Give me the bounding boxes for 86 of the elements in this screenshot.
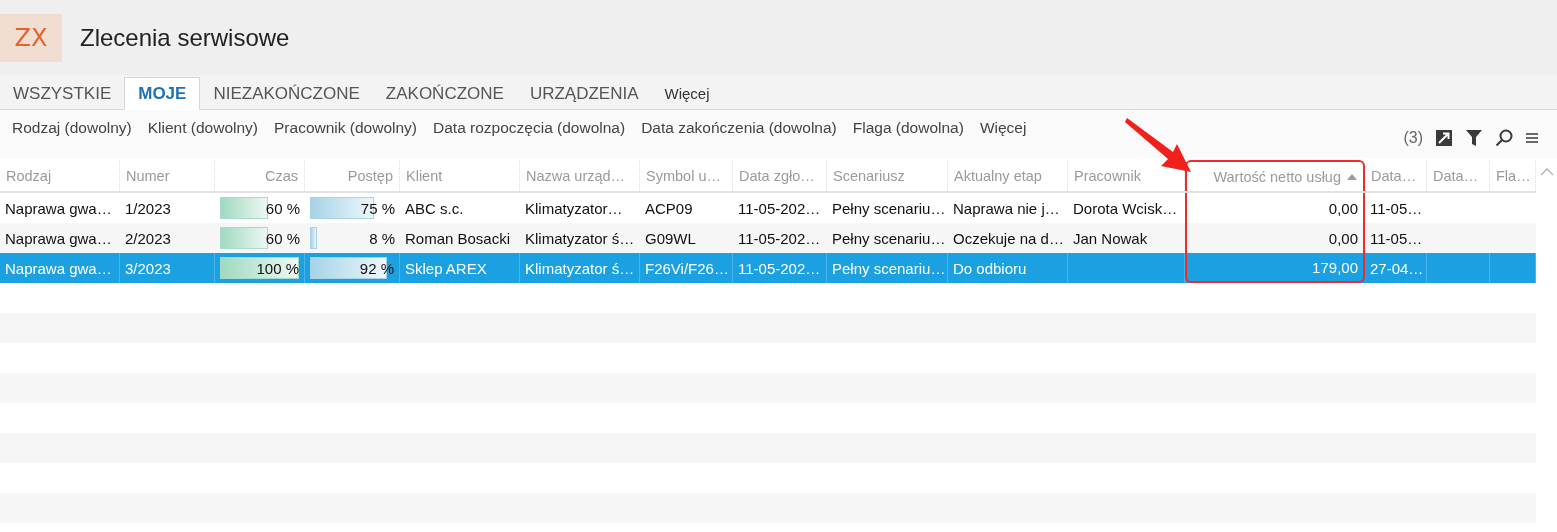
table-cell-text: 2/2023 — [125, 229, 172, 247]
table-cell: 11-05-202… — [738, 229, 822, 247]
column-label: Scenariusz — [833, 167, 905, 184]
progress-bar: 60 % — [220, 197, 300, 219]
column-label: Nazwa urząd… — [526, 167, 626, 184]
table-cell-text: Naprawa gwa… — [5, 259, 113, 277]
column-label: Data… — [1371, 167, 1417, 184]
table-cell: Klimatyzator ś… — [525, 229, 635, 247]
tab[interactable]: NIEZAKOŃCZONE — [200, 77, 373, 110]
column-header[interactable]: Scenariusz — [827, 160, 948, 191]
column-header[interactable]: Data… — [1427, 160, 1490, 191]
filter-dropdown[interactable]: Flaga (dowolna) — [844, 119, 972, 137]
column-header[interactable]: Numer — [120, 160, 215, 191]
column-label: Numer — [126, 167, 170, 184]
tab[interactable]: URZĄDZENIA — [516, 77, 652, 110]
table-cell-text: Jan Nowak — [1073, 229, 1149, 247]
table-cell-text: Klimatyzator… — [525, 199, 624, 217]
filter-dropdown[interactable]: Rodzaj (dowolny) — [4, 119, 140, 137]
column-header[interactable]: Fla… — [1490, 160, 1536, 191]
filter-dropdown[interactable]: Pracownik (dowolny) — [266, 119, 426, 137]
app-logo: ZX — [0, 13, 62, 62]
table-cell-text: Naprawa nie j… — [953, 199, 1061, 217]
filter-dropdown[interactable]: Data zakończenia (dowolna) — [633, 119, 845, 137]
column-header[interactable]: Aktualny etap — [948, 160, 1068, 191]
progress-bar: 100 % — [220, 257, 299, 279]
table-cell-text: 1/2023 — [125, 199, 172, 217]
menu-icon[interactable] — [1525, 132, 1539, 144]
table-cell: F26Vi/F26… — [645, 259, 729, 277]
table-cell-text: 0,00 — [1327, 199, 1358, 217]
table-cell-text: Sklep AREX — [405, 259, 488, 277]
table-cell: 11-05-202… — [738, 199, 822, 217]
column-header[interactable]: Symbol u… — [640, 160, 733, 191]
table-row[interactable]: Naprawa gwa… 2/2023 60 % 8 % Roman Bosacki Klimatyzator ś… G09WL 11-05-202… Pełny scenariu… Oczekuje na d… Jan Nowak 0,00 11-05… — [0, 223, 1536, 253]
table-cell: 27-04… — [1370, 259, 1424, 277]
column-header[interactable]: Postęp — [305, 160, 400, 191]
column-label: Pracownik — [1074, 167, 1141, 184]
table-cell-text: Naprawa gwa… — [5, 229, 113, 247]
table-cell: 11-05-202… — [738, 259, 821, 277]
column-label: Czas — [264, 167, 298, 184]
progress-bar: 8 % — [310, 227, 395, 249]
column-header[interactable]: Nazwa urząd… — [520, 160, 640, 191]
table-cell-text: G09WL — [645, 229, 697, 247]
table-cell: Klimatyzator ś… — [525, 259, 635, 277]
table-cell: Pełny scenariu… — [832, 199, 946, 217]
record-count: (3) — [1403, 129, 1423, 147]
table-cell: 11-05… — [1370, 229, 1423, 247]
table-cell-text: Naprawa gwa… — [5, 199, 113, 217]
table-cell: Pełny scenariu… — [832, 229, 946, 247]
table-cell: 11-05… — [1370, 199, 1423, 217]
column-label: Data… — [1433, 167, 1479, 184]
filter-icon[interactable] — [1465, 129, 1483, 147]
export-icon[interactable] — [1435, 129, 1453, 147]
table-cell-text: 0,00 — [1327, 229, 1358, 247]
table-cell-text: ACP09 — [645, 199, 694, 217]
table-cell-text: Do odbioru — [953, 259, 1028, 277]
table-cell-text: Roman Bosacki — [405, 229, 512, 247]
table-cell: Oczekuje na d… — [953, 229, 1064, 247]
progress-bar: 75 % — [310, 197, 395, 219]
filter-dropdown[interactable]: Klient (dowolny) — [139, 119, 267, 137]
tab[interactable]: MOJE — [124, 77, 201, 110]
progress-bar: 60 % — [220, 227, 300, 249]
table-cell-text: 3/2023 — [125, 259, 172, 277]
column-label: Rodzaj — [6, 167, 52, 184]
column-label: Fla… — [1496, 167, 1531, 184]
column-label: Symbol u… — [646, 167, 721, 184]
tab[interactable]: WSZYSTKIE — [0, 77, 125, 110]
column-header[interactable]: Rodzaj — [0, 160, 120, 191]
window-title: Zlecenia serwisowe — [80, 23, 290, 52]
column-label: Wartość netto usług — [1213, 168, 1341, 185]
tab[interactable]: Więcej — [651, 77, 723, 110]
table-cell-text: ABC s.c. — [405, 199, 465, 217]
search-icon[interactable] — [1495, 129, 1513, 147]
column-label: Data zgło… — [739, 167, 815, 184]
filter-dropdown[interactable]: Więcej — [971, 119, 1035, 137]
column-header[interactable]: Data… — [1365, 160, 1427, 191]
column-label: Aktualny etap — [954, 167, 1042, 184]
column-header[interactable]: Czas — [215, 160, 305, 191]
tab[interactable]: ZAKOŃCZONE — [372, 77, 517, 110]
column-header[interactable]: Data zgło… — [733, 160, 827, 191]
column-label: Postęp — [347, 167, 393, 184]
table-cell-text: 179,00 — [1311, 258, 1358, 276]
table-cell-text: Dorota Wcisk… — [1073, 199, 1179, 217]
column-header[interactable]: Klient — [400, 160, 520, 191]
column-label: Klient — [406, 167, 443, 184]
table-cell: Pełny scenariu… — [832, 259, 946, 277]
filter-dropdown[interactable]: Data rozpoczęcia (dowolna) — [425, 119, 634, 137]
